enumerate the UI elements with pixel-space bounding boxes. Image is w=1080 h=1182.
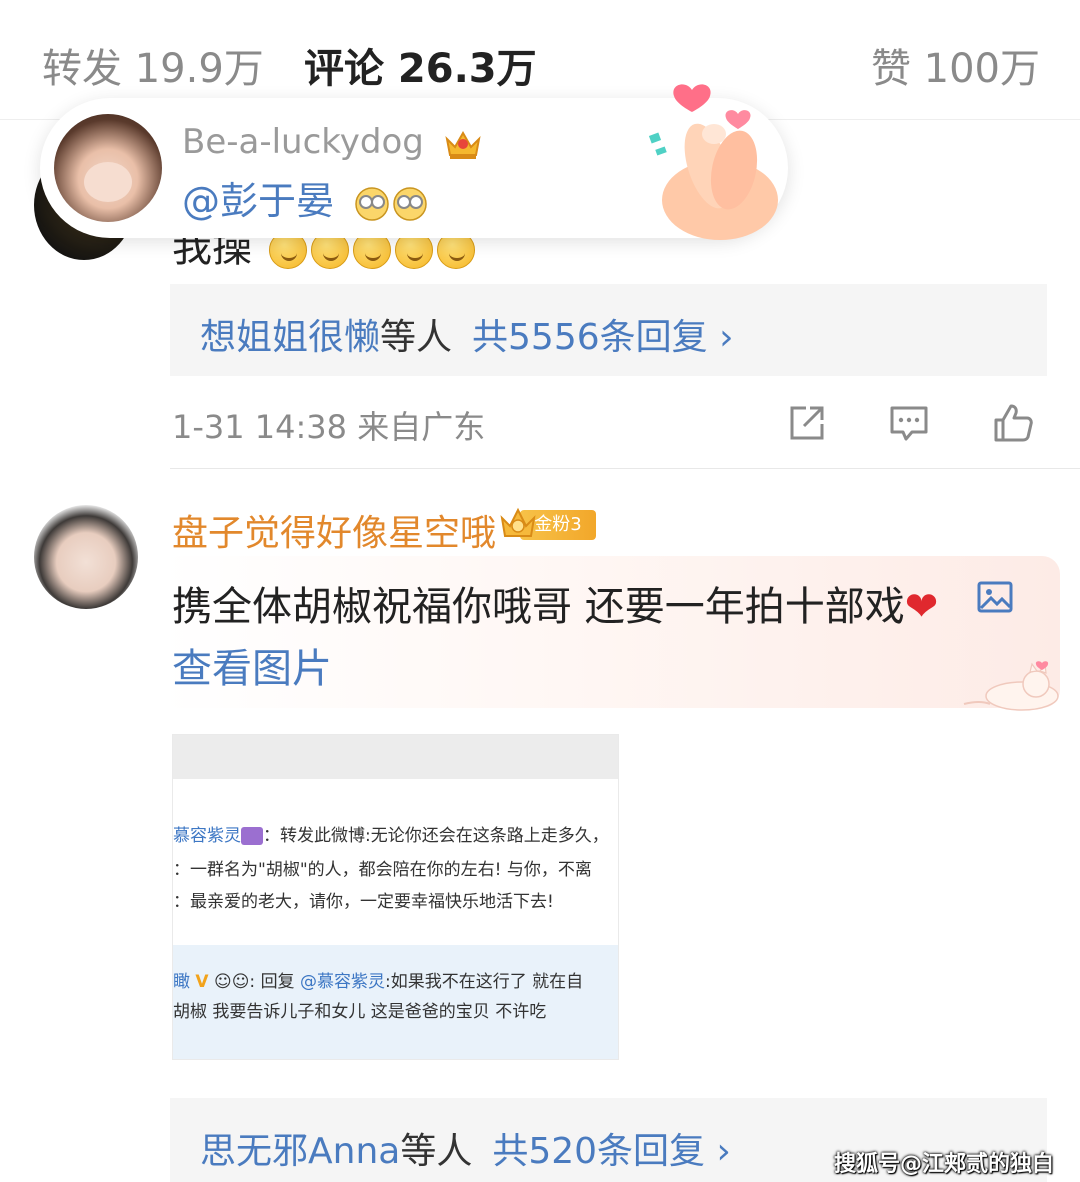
- share-icon[interactable]: [784, 400, 830, 446]
- cat-decoration-icon: [963, 661, 1059, 711]
- crown-icon: [500, 507, 536, 537]
- tab-likes[interactable]: 赞 100万: [871, 36, 1040, 94]
- user-card-username[interactable]: Be-a-luckydog: [182, 122, 424, 162]
- tv-icon: [241, 827, 263, 845]
- embed-user-name: 慕容紫灵: [173, 826, 241, 846]
- reply-count-1[interactable]: 共5556条回复 ›: [472, 317, 733, 358]
- heart-hand-icon: [648, 84, 778, 240]
- embed-text-1: ：转发此微博:无论你还会在这条路上走多久，: [263, 826, 609, 846]
- reply-names-1[interactable]: 想姐姐很懒: [200, 317, 380, 358]
- comment-2-text-row: 携全体胡椒祝福你哦哥 还要一年拍十部戏❤: [172, 574, 938, 632]
- heart-icon: ❤: [904, 584, 939, 630]
- embed-line-3: ：最亲爱的老大，请你，一定要幸福快乐地活下去!: [173, 892, 554, 912]
- user-card-mention-row: @彭于晏: [182, 170, 430, 225]
- comment-2-text: 携全体胡椒祝福你哦哥 还要一年拍十部戏: [172, 584, 905, 630]
- embed-line-2: ：一群名为"胡椒"的人，都会陪在你的左右! 与你，不离: [173, 860, 592, 880]
- comment-2-username[interactable]: 盘子觉得好像星空哦: [172, 504, 496, 556]
- user-card-name-row: Be-a-luckydog: [182, 122, 483, 162]
- embed-reply-prefix: 回复: [260, 972, 295, 992]
- fan-badge[interactable]: 金粉3: [498, 506, 598, 544]
- embed-text-4: :如果我不在这行了 就在自: [384, 972, 584, 992]
- user-card-avatar[interactable]: [54, 114, 162, 222]
- reply-suffix-2: 等人: [400, 1131, 473, 1172]
- user-card-popup[interactable]: Be-a-luckydog @彭于晏: [40, 84, 788, 240]
- crown-icon: [445, 130, 481, 159]
- like-icon[interactable]: [990, 400, 1036, 446]
- comment-divider: [170, 468, 1080, 469]
- reply-names-2[interactable]: 思无邪Anna: [200, 1131, 400, 1172]
- tab-repost[interactable]: 转发 19.9万: [42, 36, 264, 94]
- view-image-link[interactable]: 查看图片: [172, 636, 332, 694]
- comment-icon[interactable]: [886, 400, 932, 446]
- reply-summary-1[interactable]: 想姐姐很懒等人 共5556条回复 ›: [170, 284, 1047, 376]
- embed-emoji-icons: ☺☺:: [208, 972, 261, 992]
- user-card-mention[interactable]: @彭于晏: [182, 179, 334, 223]
- reply-count-2[interactable]: 共520条回复 ›: [492, 1131, 731, 1172]
- embed-line-4: 瞰 V ☺☺: 回复 @慕容紫灵:如果我不在这行了 就在自: [173, 972, 584, 992]
- reply-suffix-1: 等人: [380, 317, 453, 358]
- embed-line-1: 慕容紫灵 ：转发此微博:无论你还会在这条路上走多久，: [173, 821, 609, 846]
- embed-mention: @慕容紫灵: [299, 972, 385, 992]
- comment-2-avatar[interactable]: [34, 505, 138, 609]
- comment-1-meta: 1-31 14:38 来自广东: [172, 408, 486, 446]
- tab-comments[interactable]: 评论 26.3万: [304, 36, 537, 94]
- cover-eyes-emoji-icon: [355, 186, 427, 221]
- comment-2-image[interactable]: 慕容紫灵 ：转发此微博:无论你还会在这条路上走多久， ：一群名为"胡椒"的人，都会…: [172, 734, 619, 1060]
- embed-top-band: [173, 735, 618, 779]
- v-badge-icon: V: [195, 972, 209, 992]
- watermark: 搜狐号@江郏贰的独白: [833, 1152, 1054, 1177]
- embed-line-5: 胡椒 我要告诉儿子和女儿 这是爸爸的宝贝 不许吃: [173, 1002, 547, 1022]
- image-icon[interactable]: [976, 580, 1014, 614]
